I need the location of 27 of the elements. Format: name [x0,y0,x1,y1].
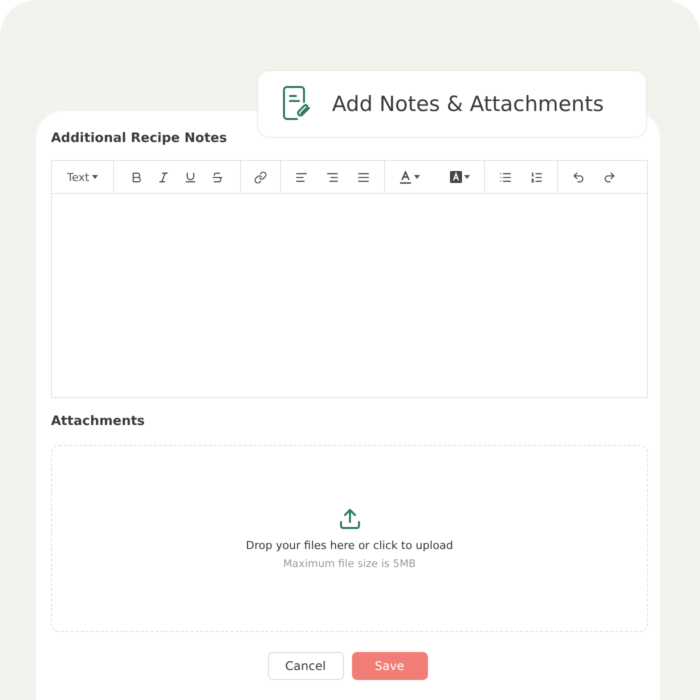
align-right-button[interactable] [326,170,340,184]
justify-button[interactable] [357,170,370,184]
notes-label: Additional Recipe Notes [51,131,228,146]
file-dropzone[interactable]: Drop your files here or click to upload Maximum file size is 5MB [51,445,648,632]
caret-icon [414,175,420,179]
caret-icon [464,175,470,179]
attachments-label: Attachments [51,414,146,429]
highlight-button[interactable] [450,171,470,183]
align-left-button[interactable] [295,170,308,184]
text-style-dropdown[interactable]: Text [67,170,98,184]
file-size-hint: Maximum file size is 5MB [283,558,416,570]
numbered-list-button[interactable] [530,170,544,184]
dialog-title: Add Notes & Attachments [332,92,604,116]
rich-text-editor[interactable]: Text [51,160,648,398]
strikethrough-button[interactable] [211,170,224,184]
upload-icon [338,507,362,531]
bullet-list-button[interactable] [499,170,512,184]
caret-icon [92,175,98,179]
link-button[interactable] [254,170,268,184]
undo-button[interactable] [572,170,586,184]
cancel-button[interactable]: Cancel [268,652,344,680]
redo-button[interactable] [603,170,616,184]
italic-button[interactable] [157,170,170,184]
bold-button[interactable] [130,170,144,184]
underline-button[interactable] [184,170,198,184]
upload-prompt: Drop your files here or click to upload [246,539,454,552]
text-color-button[interactable] [399,170,420,184]
